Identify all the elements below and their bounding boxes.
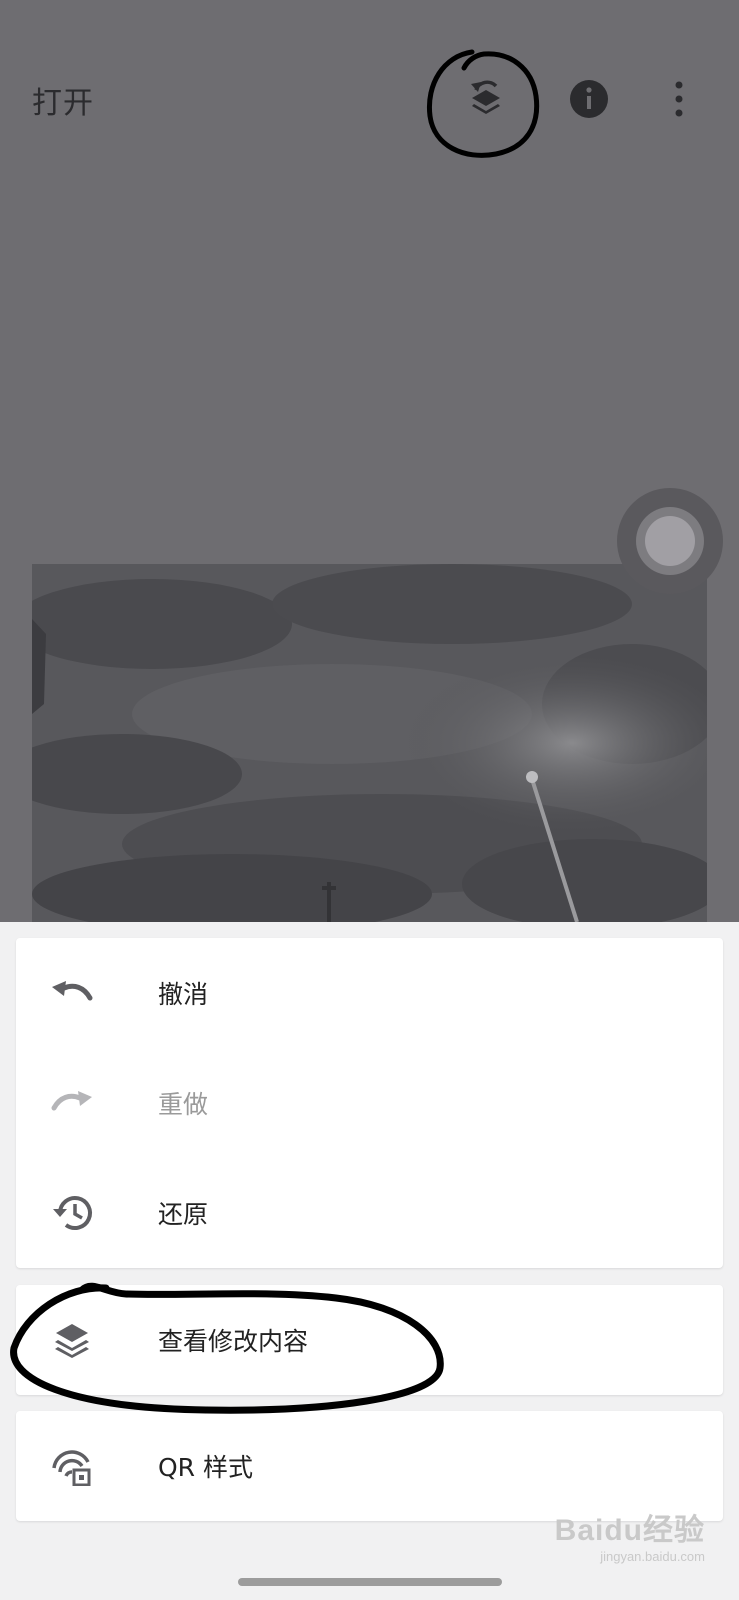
baidu-watermark: Baidu经验 jingyan.baidu.com bbox=[555, 1505, 705, 1564]
undo-icon bbox=[50, 971, 94, 1015]
menu-label: QR 样式 bbox=[158, 1453, 253, 1482]
menu-label: 重做 bbox=[158, 1090, 209, 1119]
menu-item-redo[interactable]: 重做 bbox=[16, 1048, 723, 1158]
floating-compare-button[interactable] bbox=[617, 488, 723, 594]
watermark-sub: jingyan.baidu.com bbox=[600, 1549, 705, 1564]
menu-item-undo[interactable]: 撤消 bbox=[16, 938, 723, 1048]
menu-label: 查看修改内容 bbox=[158, 1327, 309, 1356]
menu-item-restore[interactable]: 还原 bbox=[16, 1158, 723, 1268]
view-edits-card: 查看修改内容 bbox=[16, 1285, 723, 1395]
qr-style-icon bbox=[50, 1444, 94, 1488]
menu-label: 撤消 bbox=[158, 980, 209, 1009]
home-indicator[interactable] bbox=[238, 1578, 502, 1586]
open-button[interactable]: 打开 bbox=[32, 78, 94, 122]
watermark-main: Baidu经验 bbox=[554, 1514, 705, 1547]
history-menu-card: 撤消 重做 还原 bbox=[16, 938, 723, 1268]
redo-icon bbox=[50, 1081, 94, 1125]
layers-icon bbox=[50, 1318, 94, 1362]
photo-preview bbox=[32, 564, 707, 922]
more-vert-icon[interactable] bbox=[672, 80, 686, 118]
menu-item-view-edits[interactable]: 查看修改内容 bbox=[16, 1285, 723, 1395]
menu-label: 还原 bbox=[158, 1200, 209, 1229]
info-icon[interactable] bbox=[569, 79, 609, 119]
history-restore-icon bbox=[50, 1191, 94, 1235]
layers-undo-icon[interactable] bbox=[466, 76, 506, 120]
